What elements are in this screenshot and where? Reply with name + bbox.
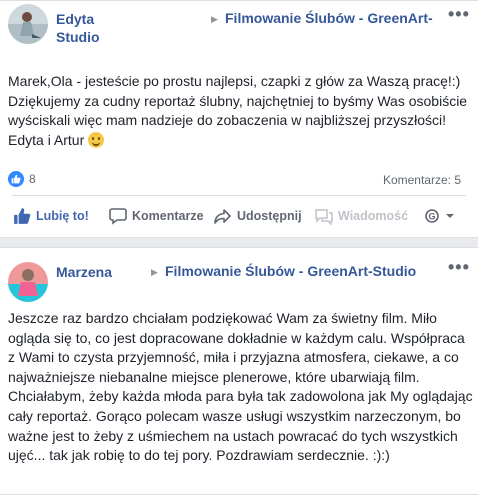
thumbs-up-icon — [14, 208, 31, 224]
like-button[interactable]: Lubię to! — [13, 203, 89, 229]
like-count: 8 — [29, 172, 36, 186]
avatar[interactable] — [8, 262, 48, 302]
comment-icon — [109, 208, 127, 225]
audience-selector[interactable]: G — [424, 203, 460, 229]
share-icon — [214, 209, 231, 224]
like-reaction-icon — [8, 171, 24, 187]
post-body: Marek,Ola - jesteście po prostu najlepsi… — [8, 72, 470, 150]
comment-button[interactable]: Komentarze — [109, 203, 204, 229]
review-card: Edyta Studio ▶ Filmowanie Ślubów - Green… — [0, 0, 478, 238]
more-options-icon[interactable]: ••• — [448, 4, 470, 25]
review-card: Marzena ▶ Filmowanie Ślubów - GreenArt-S… — [0, 247, 478, 495]
author-name-line1: Edyta — [56, 11, 95, 27]
more-options-icon[interactable]: ••• — [448, 257, 470, 278]
comments-count-link[interactable]: Komentarze: 5 — [383, 173, 461, 187]
arrow-right-icon: ▶ — [151, 267, 158, 277]
action-bar: Lubię to! Komentarze Udostępnij Wiadomoś… — [0, 203, 478, 229]
message-button-label: Wiadomość — [338, 209, 409, 223]
author-name-line2: Studio — [56, 29, 100, 45]
target-page-link[interactable]: Filmowanie Ślubów - GreenArt- — [225, 10, 433, 26]
divider — [12, 195, 466, 196]
like-button-label: Lubię to! — [36, 209, 89, 223]
share-button-label: Udostępnij — [237, 209, 302, 223]
post-body: Jeszcze raz bardzo chciałam podziękować … — [8, 309, 474, 466]
message-button[interactable]: Wiadomość — [315, 203, 408, 229]
post-text: Jeszcze raz bardzo chciałam podziękować … — [8, 310, 473, 464]
svg-text:G: G — [428, 212, 435, 222]
author-name[interactable]: Marzena — [56, 263, 112, 281]
chevron-down-icon — [446, 214, 454, 218]
target-page-link[interactable]: Filmowanie Ślubów - GreenArt-Studio — [165, 263, 416, 279]
smiling-face-icon — [88, 131, 105, 148]
page-identity-icon: G — [425, 209, 439, 223]
post-text: Marek,Ola - jesteście po prostu najlepsi… — [8, 73, 468, 148]
message-icon — [315, 209, 333, 225]
share-button[interactable]: Udostępnij — [214, 203, 302, 229]
arrow-right-icon: ▶ — [211, 14, 218, 24]
author-name[interactable]: Edyta Studio — [56, 10, 100, 46]
reactions-summary[interactable]: 8 — [8, 171, 36, 187]
comment-button-label: Komentarze — [132, 209, 204, 223]
avatar[interactable] — [8, 4, 48, 44]
